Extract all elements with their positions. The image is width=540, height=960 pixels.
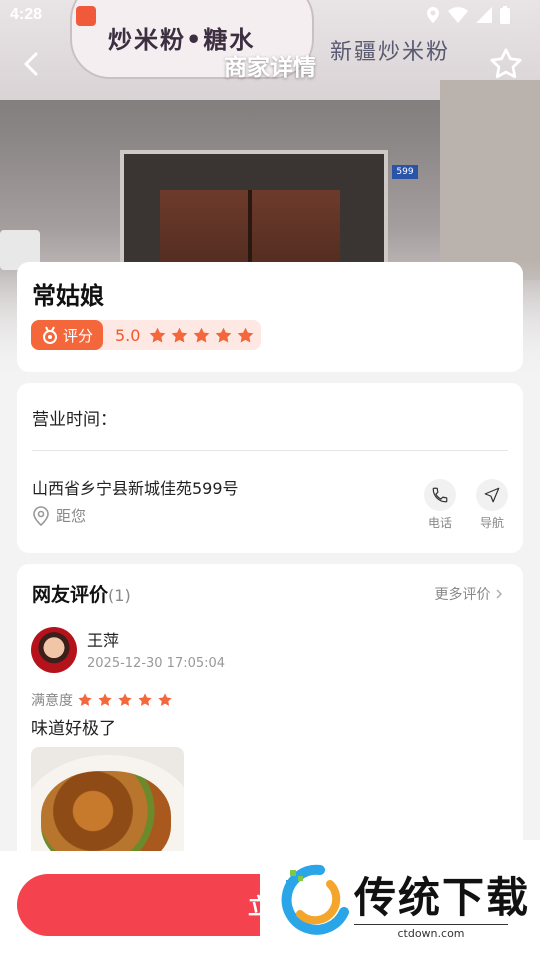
door-number-plate: 599 [392,165,418,179]
medal-icon [42,326,57,344]
star-icon [194,327,210,342]
app-notification-icon [76,6,96,26]
star-icon [78,693,92,706]
phone-icon [432,487,448,503]
more-reviews-link[interactable]: 更多评价 [435,584,503,604]
review-time: 2025-12-30 17:05:04 [87,656,226,671]
star-icon [238,327,254,342]
status-time: 4:28 [10,6,43,23]
star-icon [98,693,112,706]
reviewer-name: 王萍 [87,631,120,650]
title-bar: 商家详情 [0,40,540,88]
shop-name: 常姑娘 [32,282,104,310]
review-text: 味道好极了 [31,719,116,739]
shop-address: 山西省乡宁县新城佳苑599号 [32,479,239,498]
favorite-button[interactable] [488,46,524,82]
building [440,80,540,280]
rating-score: 5.0 [115,325,141,345]
star-icon [138,693,152,706]
review-photo[interactable] [31,747,184,864]
star-icon [118,693,132,706]
star-icon [216,327,232,342]
phone-circle [424,479,456,511]
status-icons [426,6,510,24]
avatar [31,627,77,673]
navigate-label: 导航 [479,516,504,530]
navigate-icon [484,487,500,503]
watermark-logo [281,864,349,935]
info-card: 营业时间： 山西省乡宁县新城佳苑599号 距您 电话 导航 [17,383,523,553]
reviews-title: 网友评价 [32,584,109,606]
battery-icon [500,6,510,24]
watermark: 传统下载 ctdown.com [260,840,540,960]
shop-card: 常姑娘 评分 5.0 [17,262,523,372]
signal-icon [476,7,492,23]
satisfaction-label: 满意度 [31,693,73,709]
location-status-icon [427,7,439,23]
star-outline-icon [490,48,522,79]
star-icon [150,327,166,342]
watermark-title: 传统下载 [354,873,531,922]
star-icon [172,327,188,342]
rating-label: 评分 [62,326,93,345]
navigate-circle [476,479,508,511]
page-title: 商家详情 [224,55,316,81]
satisfaction-row: 满意度 [31,690,173,710]
navigate-button[interactable]: 导航 [470,479,514,531]
business-hours: 营业时间： [32,410,117,430]
rating-stars [148,326,255,345]
distance-label: 距您 [56,507,87,525]
reviews-count: (1) [108,586,131,605]
phone-button[interactable]: 电话 [418,479,462,531]
chevron-right-icon [496,589,502,599]
watermark-url: ctdown.com [354,924,508,940]
phone-label: 电话 [427,516,452,530]
divider [32,450,508,451]
more-reviews-label: 更多评价 [434,587,491,603]
reviews-heading: 网友评价(1) [32,580,131,607]
rating-row: 评分 5.0 [31,320,261,350]
rating-badge: 评分 [31,320,103,350]
distance: 距您 [32,505,86,526]
reviews-card: 网友评价(1) 更多评价 王萍 2025-12-30 17:05:04 满意度 … [17,564,523,864]
location-icon [33,505,49,526]
wifi-icon [448,7,468,23]
status-bar: 4:28 [0,0,540,32]
star-icon [158,693,172,706]
